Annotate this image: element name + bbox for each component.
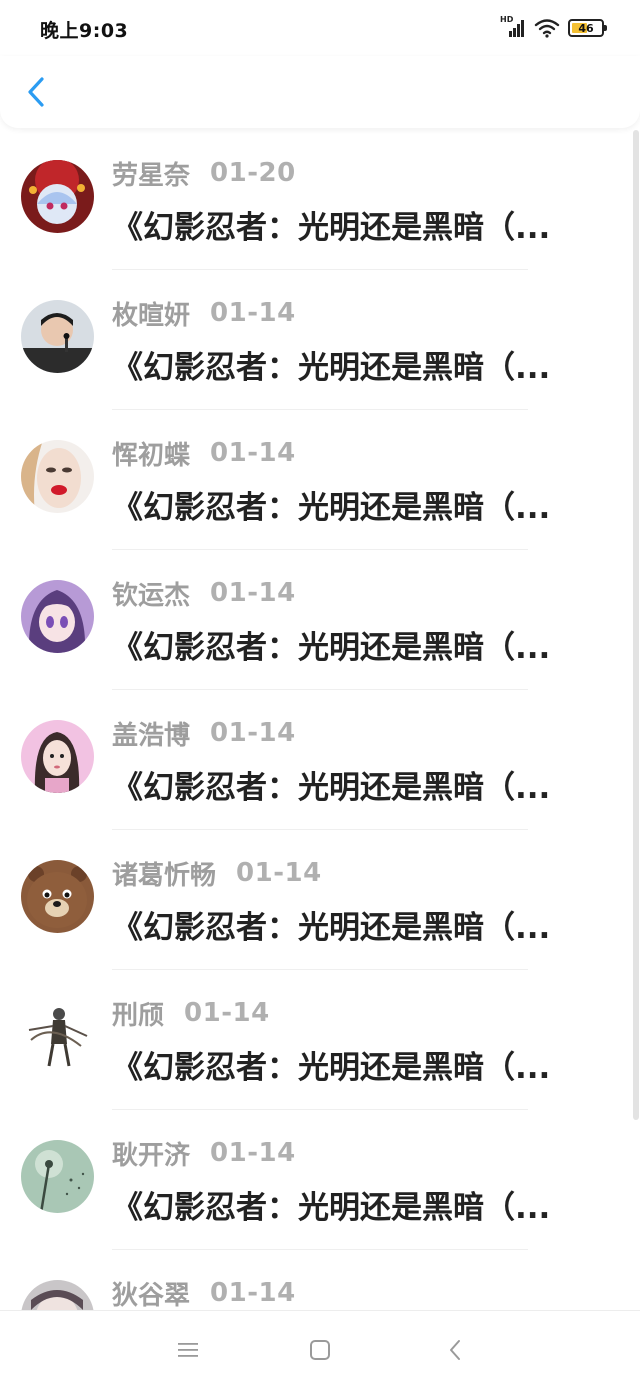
comment-date: 01-14 (210, 438, 296, 468)
comment-date: 01-14 (184, 998, 270, 1028)
comment-title[interactable]: 《幻影忍者：光明还是黑暗（... (112, 202, 592, 247)
user-name[interactable]: 恽初蝶 (112, 435, 190, 472)
avatar[interactable] (21, 1140, 94, 1213)
nav-back-button[interactable] (440, 1335, 470, 1365)
list-item[interactable]: 狄谷翠 01-14 (0, 1250, 640, 1310)
list-item[interactable]: 钦运杰 01-14 《幻影忍者：光明还是黑暗（... (0, 550, 640, 690)
back-triangle-icon (450, 1340, 460, 1360)
avatar[interactable] (21, 1000, 94, 1073)
avatar[interactable] (21, 440, 94, 513)
wifi-icon (534, 19, 560, 38)
comment-date: 01-14 (236, 858, 322, 888)
list-item[interactable]: 耿开济 01-14 《幻影忍者：光明还是黑暗（... (0, 1110, 640, 1250)
home-button[interactable] (305, 1335, 335, 1365)
list-item[interactable]: 刑颀 01-14 《幻影忍者：光明还是黑暗（... (0, 970, 640, 1110)
user-name[interactable]: 盖浩博 (112, 715, 190, 752)
comment-meta: 刑颀 01-14 (112, 995, 270, 1032)
comment-date: 01-14 (210, 718, 296, 748)
list-item[interactable]: 诸葛忻畅 01-14 《幻影忍者：光明还是黑暗（... (0, 830, 640, 970)
scrollbar[interactable] (633, 130, 639, 1120)
comment-title[interactable]: 《幻影忍者：光明还是黑暗（... (112, 1182, 592, 1227)
list-item[interactable]: 枚暄妍 01-14 《幻影忍者：光明还是黑暗（... (0, 270, 640, 410)
back-button[interactable] (18, 72, 54, 112)
battery-icon: 46 (568, 19, 607, 37)
comment-date: 01-14 (210, 1138, 296, 1168)
comment-title[interactable]: 《幻影忍者：光明还是黑暗（... (112, 762, 592, 807)
comment-date: 01-14 (210, 1278, 296, 1308)
comment-meta: 盖浩博 01-14 (112, 715, 296, 752)
avatar[interactable] (21, 860, 94, 933)
comment-meta: 钦运杰 01-14 (112, 575, 296, 612)
comment-meta: 狄谷翠 01-14 (112, 1276, 296, 1310)
status-time: 晚上9:03 (40, 20, 129, 42)
comment-title[interactable]: 《幻影忍者：光明还是黑暗（... (112, 622, 592, 667)
list-item[interactable]: 盖浩博 01-14 《幻影忍者：光明还是黑暗（... (0, 690, 640, 830)
comment-meta: 枚暄妍 01-14 (112, 295, 296, 332)
user-name[interactable]: 枚暄妍 (112, 295, 190, 332)
avatar[interactable] (21, 580, 94, 653)
home-square-icon (310, 1340, 330, 1360)
comment-date: 01-14 (210, 578, 296, 608)
list-item[interactable]: 劳星奈 01-20 《幻影忍者：光明还是黑暗（... (0, 130, 640, 270)
menu-icon (178, 1343, 198, 1357)
user-name[interactable]: 诸葛忻畅 (112, 855, 216, 892)
avatar[interactable] (21, 1280, 94, 1310)
comment-meta: 恽初蝶 01-14 (112, 435, 296, 472)
user-name[interactable]: 耿开济 (112, 1135, 190, 1172)
user-name[interactable]: 狄谷翠 (112, 1275, 190, 1311)
user-name[interactable]: 钦运杰 (112, 575, 190, 612)
comment-meta: 诸葛忻畅 01-14 (112, 855, 322, 892)
comment-meta: 耿开济 01-14 (112, 1135, 296, 1172)
comment-meta: 劳星奈 01-20 (112, 155, 296, 192)
comment-title[interactable]: 《幻影忍者：光明还是黑暗（... (112, 342, 592, 387)
comment-list[interactable]: 劳星奈 01-20 《幻影忍者：光明还是黑暗（... 枚暄妍 01-14 《幻影… (0, 130, 640, 1310)
comment-date: 01-20 (210, 158, 296, 188)
list-item[interactable]: 恽初蝶 01-14 《幻影忍者：光明还是黑暗（... (0, 410, 640, 550)
signal-icon: HD (500, 15, 526, 39)
user-name[interactable]: 劳星奈 (112, 155, 190, 192)
status-bar: 晚上9:03 HD 46 (0, 0, 640, 56)
battery-level: 46 (578, 21, 594, 35)
menu-button[interactable] (173, 1335, 203, 1365)
comment-title[interactable]: 《幻影忍者：光明还是黑暗（... (112, 902, 592, 947)
system-nav-bar (0, 1310, 640, 1388)
comment-title[interactable]: 《幻影忍者：光明还是黑暗（... (112, 482, 592, 527)
avatar[interactable] (21, 720, 94, 793)
user-name[interactable]: 刑颀 (112, 995, 164, 1032)
comment-title[interactable]: 《幻影忍者：光明还是黑暗（... (112, 1042, 592, 1087)
comment-date: 01-14 (210, 298, 296, 328)
chevron-left-icon (28, 77, 44, 107)
avatar[interactable] (21, 160, 94, 233)
header-bar (0, 56, 640, 128)
status-icons: HD 46 (500, 15, 607, 40)
avatar[interactable] (21, 300, 94, 373)
